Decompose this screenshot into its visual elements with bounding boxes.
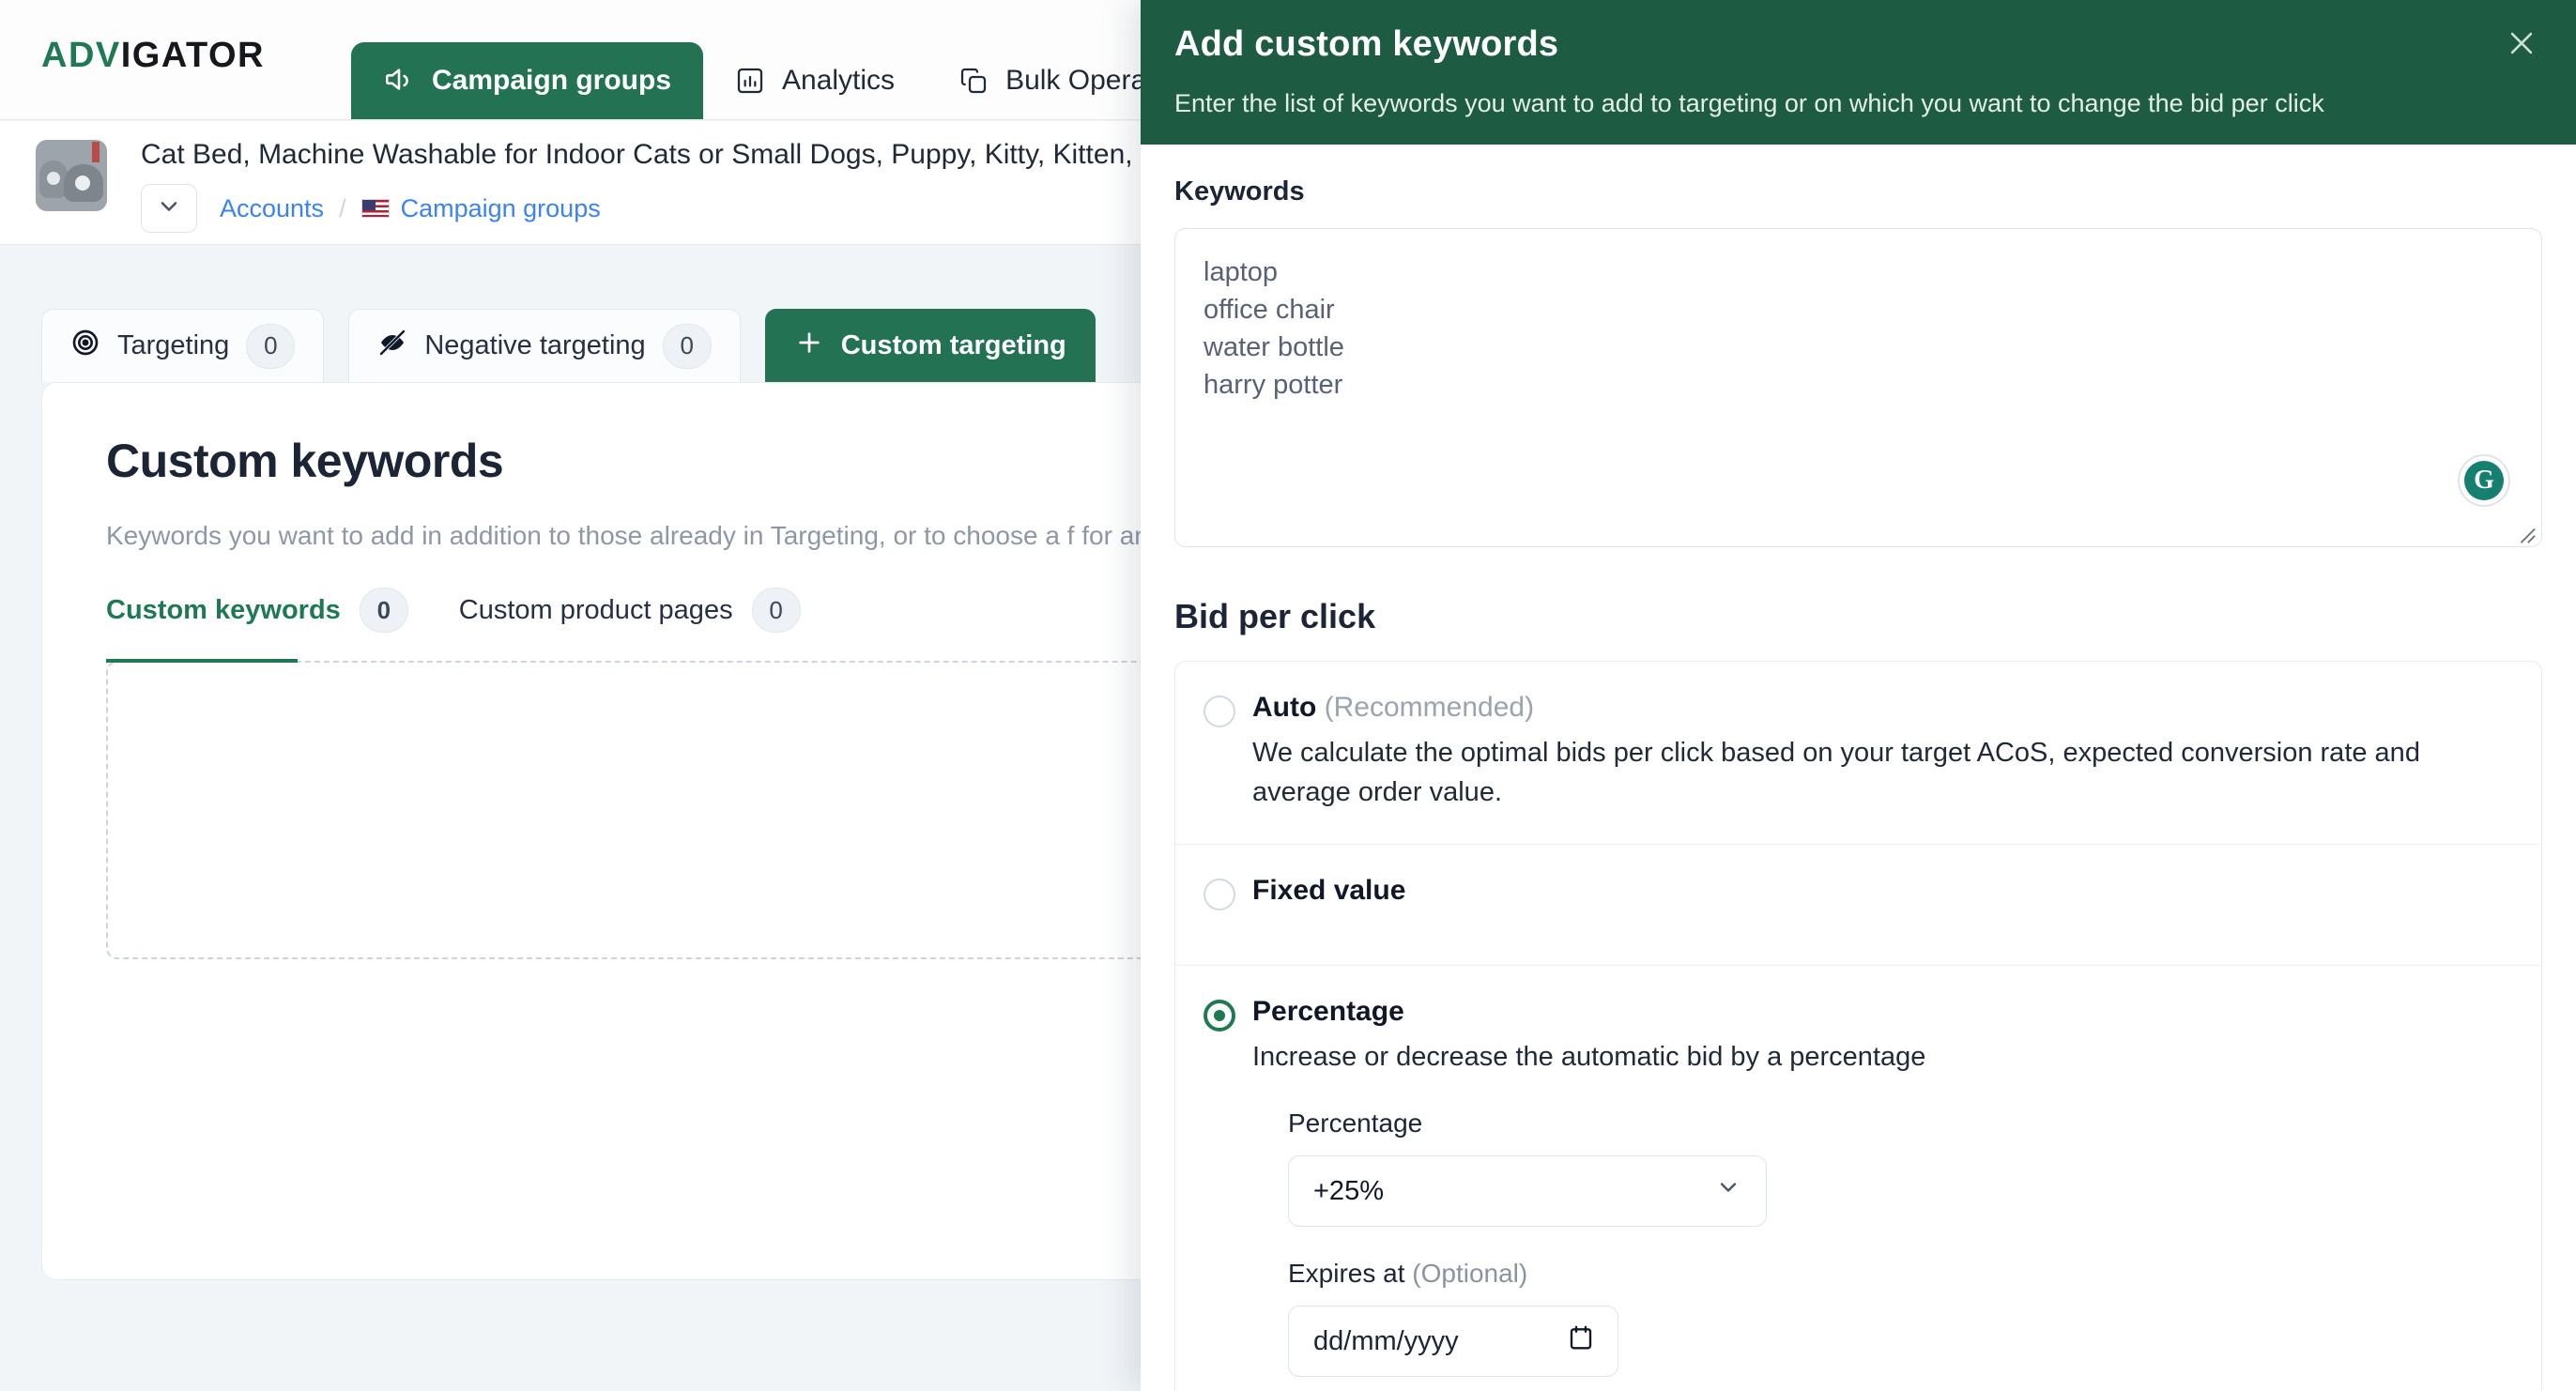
close-icon[interactable] [2495,17,2548,69]
chevron-down-icon [156,193,182,224]
tab-targeting[interactable]: Targeting 0 [41,309,325,382]
percentage-subfields: Percentage +25% Expires at (Optional) dd… [1288,1108,2513,1377]
keywords-textarea-wrapper: G [1174,228,2542,552]
logo-suffix: IGATOR [120,36,265,75]
radio-fixed-value[interactable] [1204,879,1235,910]
logo-prefix: ADV [41,36,121,75]
tab-label: Custom targeting [840,330,1066,360]
app-logo[interactable]: ADVIGATOR [41,36,265,76]
bid-option-auto[interactable]: Auto (Recommended) We calculate the opti… [1175,662,2541,845]
us-flag-icon [360,199,390,218]
targeting-tab-list: Targeting 0 Negative targeting 0 Custom … [41,309,1096,382]
bid-option-fixed-value[interactable]: Fixed value [1175,845,2541,966]
tab-badge: 0 [246,323,296,369]
keywords-input[interactable] [1174,228,2542,547]
nav-tab-list: Campaign groups Analytics Bulk Opera [351,0,1178,119]
bid-option-percentage-label: Percentage [1252,996,1404,1027]
tab-label: Negative targeting [424,330,646,360]
add-custom-keywords-modal: Add custom keywords Enter the list of ke… [1141,0,2576,1391]
breadcrumb-link-campaign-groups[interactable]: Campaign groups [401,194,601,223]
bid-options-card: Auto (Recommended) We calculate the opti… [1174,661,2542,1391]
sub-tab-badge: 0 [359,588,408,633]
plus-icon [794,328,824,365]
breadcrumb: Accounts / Campaign groups [141,184,601,233]
custom-sub-tab-list: Custom keywords 0 Custom product pages 0 [106,588,801,650]
app-root: ADVIGATOR Campaign groups Analytics Bulk… [0,0,2576,1391]
bid-option-auto-suffix: (Recommended) [1324,692,1535,723]
keywords-label: Keywords [1174,176,1305,206]
eye-off-icon [377,328,407,365]
bid-option-fixed-label: Fixed value [1252,875,1406,906]
nav-tab-label: Analytics [782,65,896,96]
radio-auto[interactable] [1204,696,1235,727]
product-thumbnail [36,140,107,211]
percentage-select[interactable]: +25% [1288,1155,1767,1227]
page-title: Cat Bed, Machine Washable for Indoor Cat… [141,139,1133,170]
percentage-field-label: Percentage [1288,1108,1423,1138]
grammarly-icon[interactable]: G [2458,454,2510,507]
breadcrumb-expand-button[interactable] [141,184,197,233]
calendar-icon[interactable] [1567,1323,1595,1359]
sub-tab-label: Custom product pages [458,594,733,625]
sub-tab-badge: 0 [751,588,801,633]
nav-tab-label: Campaign groups [432,65,672,96]
active-tab-indicator [106,659,298,663]
sub-tab-custom-product-pages[interactable]: Custom product pages 0 [459,588,801,650]
megaphone-icon [383,65,415,97]
tab-label: Targeting [117,330,230,360]
breadcrumb-separator: / [339,193,346,222]
tab-badge: 0 [662,323,712,369]
bid-option-auto-label: Auto [1252,692,1317,723]
expires-at-text: Expires at [1288,1259,1405,1288]
resize-handle-icon[interactable] [2516,524,2537,544]
expires-at-date-input[interactable]: dd/mm/yyyy [1288,1306,1618,1377]
modal-subtitle: Enter the list of keywords you want to a… [1174,89,2324,117]
nav-tab-label: Bulk Opera [1005,65,1147,96]
grammarly-letter: G [2464,461,2504,500]
bid-option-percentage-description: Increase or decrease the automatic bid b… [1252,1042,1926,1072]
bid-option-auto-description: We calculate the optimal bids per click … [1252,738,2420,807]
expires-at-optional-mark: (Optional) [1412,1259,1528,1288]
modal-body: Keywords G Bid per click Auto (R [1141,145,2576,1391]
bar-chart-icon [735,66,765,96]
target-icon [70,328,100,365]
copy-icon [958,66,989,96]
modal-header: Add custom keywords Enter the list of ke… [1141,0,2576,145]
expires-at-label: Expires at (Optional) [1288,1259,2513,1289]
sub-tab-custom-keywords[interactable]: Custom keywords 0 [106,588,408,650]
chevron-down-icon [1715,1174,1741,1208]
expires-at-placeholder: dd/mm/yyyy [1313,1325,1459,1356]
breadcrumb-link-accounts[interactable]: Accounts [220,194,324,223]
tab-negative-targeting[interactable]: Negative targeting 0 [348,309,741,382]
sub-tab-label: Custom keywords [106,594,341,625]
nav-tab-analytics[interactable]: Analytics [703,42,927,119]
modal-title: Add custom keywords [1174,24,1559,64]
tab-custom-targeting[interactable]: Custom targeting [764,309,1096,382]
bid-per-click-heading: Bid per click [1174,597,1376,635]
percentage-select-value: +25% [1313,1175,1384,1206]
nav-tab-campaign-groups[interactable]: Campaign groups [351,42,704,119]
radio-percentage[interactable] [1204,1000,1235,1032]
bid-option-percentage[interactable]: Percentage Increase or decrease the auto… [1175,966,2541,1391]
